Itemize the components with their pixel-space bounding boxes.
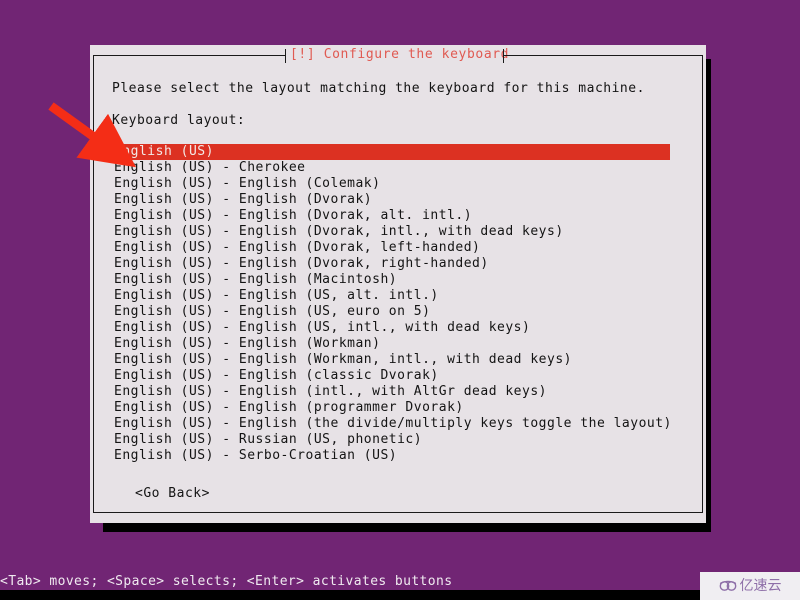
layout-list-item[interactable]: English (US) - English (Dvorak) xyxy=(112,192,682,208)
help-bar: <Tab> moves; <Space> selects; <Enter> ac… xyxy=(0,573,800,590)
layout-list-item[interactable]: English (US) - English (Dvorak, left-han… xyxy=(112,240,682,256)
dialog-frame-left xyxy=(93,55,94,513)
watermark: 亿速云 xyxy=(700,572,800,600)
dialog-title: [!] Configure the keyboard xyxy=(290,47,510,62)
layout-list-item[interactable]: English (US) - English (Dvorak, intl., w… xyxy=(112,224,682,240)
dialog-frame-bottom xyxy=(93,512,703,513)
layout-list-item[interactable]: English (US) - English (programmer Dvora… xyxy=(112,400,682,416)
installer-screen: [!] Configure the keyboard Please select… xyxy=(0,0,800,600)
titlebar-tick-right xyxy=(503,49,504,63)
layout-list-item[interactable]: English (US) - English (Workman, intl., … xyxy=(112,352,682,368)
prompt-text: Please select the layout matching the ke… xyxy=(112,81,645,96)
layout-list-item[interactable]: English (US) - Serbo-Croatian (US) xyxy=(112,448,682,464)
titlebar-tick-left xyxy=(285,49,286,63)
layout-list-item[interactable]: English (US) - English (US, alt. intl.) xyxy=(112,288,682,304)
layout-list-item[interactable]: English (US) - English (US, euro on 5) xyxy=(112,304,682,320)
layout-list-item[interactable]: English (US) - English (Colemak) xyxy=(112,176,682,192)
dialog-titlebar: [!] Configure the keyboard xyxy=(90,45,706,67)
layout-list-item[interactable]: English (US) - English (Dvorak, right-ha… xyxy=(112,256,682,272)
layout-list-item[interactable]: English (US) - English (US, intl., with … xyxy=(112,320,682,336)
keyboard-layout-list[interactable]: English (US) English (US) - Cherokee Engli… xyxy=(112,144,682,464)
layout-list-item[interactable]: English (US) - English (classic Dvorak) xyxy=(112,368,682,384)
configure-keyboard-dialog: [!] Configure the keyboard Please select… xyxy=(90,45,706,523)
bottom-black-bar xyxy=(0,590,800,600)
layout-list-item[interactable]: English (US) - English (the divide/multi… xyxy=(112,416,682,432)
layout-list-item[interactable]: English (US) - English (intl., with AltG… xyxy=(112,384,682,400)
layout-list-item[interactable]: English (US) - English (Dvorak, alt. int… xyxy=(112,208,682,224)
go-back-button[interactable]: <Go Back> xyxy=(135,486,210,502)
layout-list-item[interactable]: English (US) - English (Workman) xyxy=(112,336,682,352)
watermark-text: 亿速云 xyxy=(739,578,782,594)
keyboard-layout-label: Keyboard layout: xyxy=(112,113,246,128)
cloud-logo-icon xyxy=(719,580,736,591)
layout-list-item[interactable]: English (US) - Cherokee xyxy=(112,160,682,176)
titlebar-line-right xyxy=(504,55,703,56)
titlebar-line-left xyxy=(93,55,285,56)
layout-list-item[interactable]: English (US) - English (Macintosh) xyxy=(112,272,682,288)
layout-list-item[interactable]: English (US) xyxy=(112,144,670,160)
layout-list-item[interactable]: English (US) - Russian (US, phonetic) xyxy=(112,432,682,448)
dialog-frame-right xyxy=(702,55,703,513)
